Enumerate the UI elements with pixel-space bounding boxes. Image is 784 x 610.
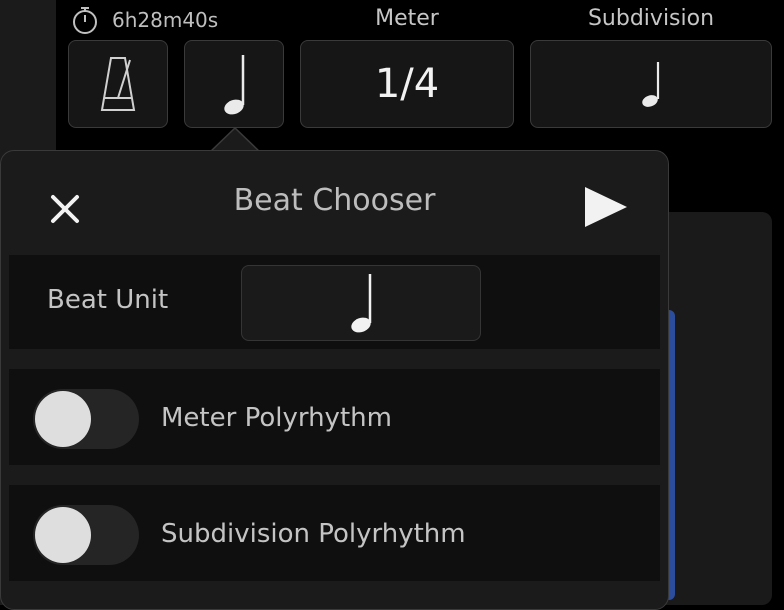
toggle-knob	[35, 507, 91, 563]
beat-unit-selector[interactable]	[241, 265, 481, 341]
subdivision-polyrhythm-row: Subdivision Polyrhythm	[9, 485, 660, 581]
metronome-button[interactable]	[68, 40, 168, 128]
quarter-note-icon	[351, 274, 372, 333]
meter-polyrhythm-row: Meter Polyrhythm	[9, 369, 660, 465]
subdivision-header: Subdivision	[587, 6, 715, 31]
timer-value: 6h28m40s	[112, 8, 219, 32]
popover-arrow	[210, 128, 260, 152]
beat-chooser-popover: Beat Chooser Beat Unit Meter Polyrhythm …	[0, 150, 669, 610]
meter-button[interactable]: 1/4	[300, 40, 514, 128]
play-icon	[585, 187, 627, 227]
meter-header: Meter	[375, 6, 439, 31]
subdivision-button[interactable]	[530, 40, 772, 128]
subdivision-polyrhythm-label: Subdivision Polyrhythm	[161, 519, 466, 549]
metronome-icon	[100, 57, 136, 111]
toggle-knob	[35, 391, 91, 447]
beat-chooser-button[interactable]	[184, 40, 284, 128]
session-timer: 6h28m40s	[70, 6, 218, 34]
meter-value: 1/4	[374, 61, 440, 107]
subdivision-polyrhythm-toggle[interactable]	[33, 505, 139, 565]
beat-unit-label: Beat Unit	[47, 285, 169, 315]
meter-polyrhythm-toggle[interactable]	[33, 389, 139, 449]
beat-unit-row: Beat Unit	[9, 255, 660, 349]
quarter-note-icon	[642, 62, 660, 107]
popover-title: Beat Chooser	[233, 183, 436, 218]
play-button[interactable]	[579, 183, 635, 231]
stopwatch-icon	[73, 7, 97, 34]
meter-polyrhythm-label: Meter Polyrhythm	[161, 403, 392, 433]
quarter-note-icon	[224, 55, 245, 115]
